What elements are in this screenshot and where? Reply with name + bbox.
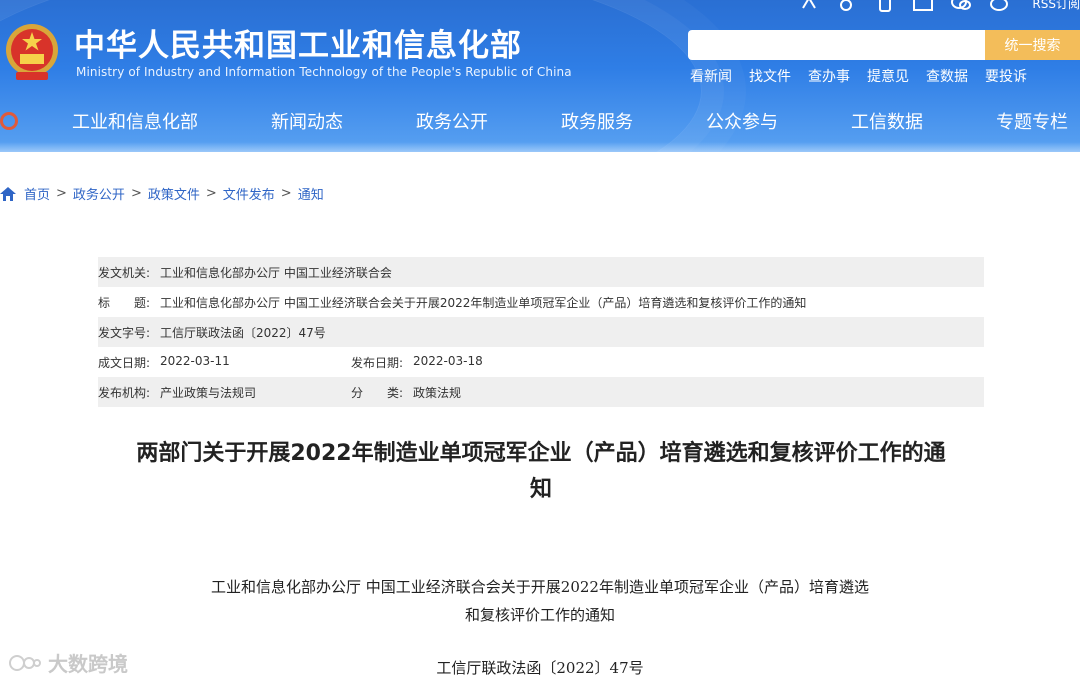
wheelchair-icon[interactable] [836,0,858,14]
rss-link[interactable]: RSS订阅 [1032,0,1080,12]
article-subtitle-line: 工业和信息化部办公厅 中国工业经济联合会关于开展2022年制造业单项冠军企业（产… [211,578,869,596]
meta-agency: 产业政策与法规司 [160,385,257,400]
quick-link-data[interactable]: 查数据 [926,66,968,86]
nav-item-participation[interactable]: 公众参与 [706,108,778,134]
quick-link-news[interactable]: 看新闻 [690,66,732,86]
meta-row-issuer: 发文机关: 工业和信息化部办公厅 中国工业经济联合会 [98,257,984,287]
home-icon[interactable] [0,186,16,201]
unified-search-button[interactable]: 统一搜索 [985,30,1080,60]
meta-written-date: 2022-03-11 [160,353,230,368]
site-search: 统一搜索 [688,30,1080,60]
site-title-en: Ministry of Industry and Information Tec… [76,65,572,79]
nav-logo-icon [0,112,18,130]
meta-label: 分 类: [351,385,404,400]
mail-icon[interactable] [912,0,934,14]
meta-label: 发文字号: [98,325,151,340]
accessibility-icon[interactable] [798,0,820,14]
article-subtitle-line: 和复核评价工作的通知 [464,606,615,624]
meta-label: 成文日期: [98,355,151,370]
meta-row-docno: 发文字号: 工信厅联政法函〔2022〕47号 [98,317,984,347]
meta-title: 工业和信息化部办公厅 中国工业经济联合会关于开展2022年制造业单项冠军企业（产… [160,295,807,310]
nav-item-data[interactable]: 工信数据 [851,108,923,134]
nav-item-miit[interactable]: 工业和信息化部 [72,108,198,134]
weibo-icon[interactable] [988,0,1010,14]
meta-published-date: 2022-03-18 [413,353,483,368]
breadcrumb-notice[interactable]: 通知 [298,184,324,203]
meta-row-dates: 成文日期: 2022-03-11 发布日期: 2022-03-18 [98,347,984,377]
meta-docno: 工信厅联政法函〔2022〕47号 [160,325,326,340]
nav-item-services[interactable]: 政务服务 [561,108,633,134]
national-emblem-icon [6,24,58,80]
nav-item-topics[interactable]: 专题专栏 [996,108,1068,134]
utility-icons: RSS订阅 [798,0,1080,14]
article-heading: 两部门关于开展2022年制造业单项冠军企业（产品）培育遴选和复核评价工作的通 知 [100,436,982,508]
article-subtitle: 工业和信息化部办公厅 中国工业经济联合会关于开展2022年制造业单项冠军企业（产… [150,573,930,629]
quick-link-feedback[interactable]: 提意见 [867,66,909,86]
article-heading-line: 两部门关于开展2022年制造业单项冠军企业（产品）培育遴选和复核评价工作的通 [136,441,946,466]
article-heading-line: 知 [529,477,552,502]
meta-issuer: 工业和信息化部办公厅 中国工业经济联合会 [160,265,392,280]
quick-link-complaint[interactable]: 要投诉 [985,66,1027,86]
meta-category: 政策法规 [413,385,462,400]
breadcrumb-open-gov[interactable]: 政务公开 [73,184,125,203]
main-nav: 工业和信息化部 新闻动态 政务公开 政务服务 公众参与 工信数据 专题专栏 [0,108,1080,136]
quick-link-files[interactable]: 找文件 [749,66,791,86]
breadcrumb-separator: > [280,186,292,201]
breadcrumb-separator: > [205,186,217,201]
watermark-text: 大数跨境 [48,652,128,676]
meta-row-agency: 发布机构: 产业政策与法规司 分 类: 政策法规 [98,377,984,407]
search-input[interactable] [688,30,985,60]
meta-label: 发布机构: [98,385,151,400]
site-title-cn: 中华人民共和国工业和信息化部 [74,28,522,64]
breadcrumb-separator: > [56,186,67,201]
breadcrumb-home[interactable]: 首页 [24,184,50,203]
wechat-icon[interactable] [950,0,972,14]
quick-link-services[interactable]: 查办事 [808,66,850,86]
quick-links: 看新闻 找文件 查办事 提意见 查数据 要投诉 [690,66,1027,86]
breadcrumb-separator: > [130,186,142,201]
site-header: 中华人民共和国工业和信息化部 Ministry of Industry and … [0,0,1080,152]
mobile-icon[interactable] [874,0,896,14]
meta-label: 发文机关: [98,265,151,280]
breadcrumb: 首页 > 政务公开 > 政策文件 > 文件发布 > 通知 [0,184,324,203]
meta-label: 发布日期: [351,355,404,370]
watermark-logo-icon [9,654,41,671]
document-meta-table: 发文机关: 工业和信息化部办公厅 中国工业经济联合会 标 题: 工业和信息化部办… [98,257,984,407]
breadcrumb-policy-files[interactable]: 政策文件 [148,184,200,203]
breadcrumb-file-release[interactable]: 文件发布 [223,184,275,203]
meta-label: 标 题: [98,295,151,310]
nav-item-open-gov[interactable]: 政务公开 [416,108,488,134]
meta-row-title: 标 题: 工业和信息化部办公厅 中国工业经济联合会关于开展2022年制造业单项冠… [98,287,984,317]
article-doc-number: 工信厅联政法函〔2022〕47号 [436,659,644,677]
watermark: 大数跨境 [8,648,128,677]
nav-item-news[interactable]: 新闻动态 [271,108,343,134]
